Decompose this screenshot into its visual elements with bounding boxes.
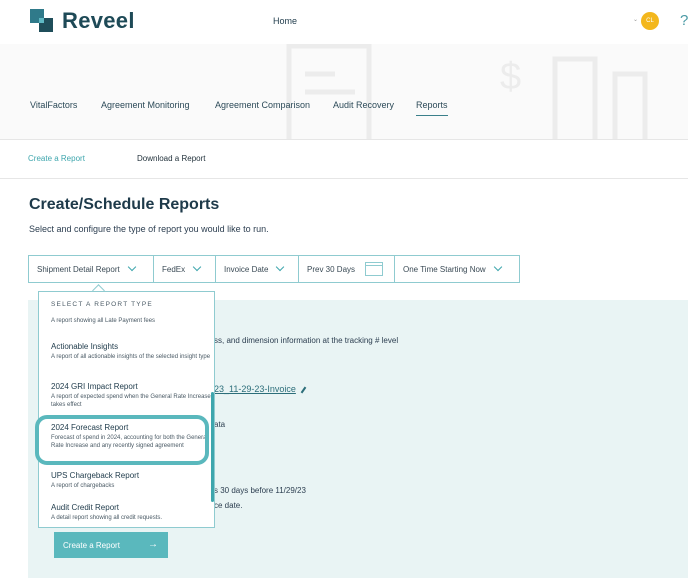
dropdown-scrollbar[interactable]: [211, 392, 214, 502]
option-title: Audit Credit Report: [51, 503, 120, 512]
nav-agreement-comparison[interactable]: Agreement Comparison: [215, 100, 310, 110]
option-ups-chargeback[interactable]: UPS Chargeback Report A report of charge…: [51, 471, 211, 490]
option-title: UPS Chargeback Report: [51, 471, 140, 480]
option-desc: Forecast of spend in 2024, accounting fo…: [51, 435, 208, 449]
option-gri-impact[interactable]: 2024 GRI Impact Report A report of expec…: [51, 382, 211, 409]
hero-illustration-icon: $: [286, 44, 648, 139]
create-report-label: Create a Report: [63, 540, 120, 550]
brand-name: Reveel: [62, 8, 135, 33]
calendar-icon[interactable]: [365, 262, 384, 276]
page-subtitle: Select and configure the type of report …: [29, 224, 269, 234]
user-avatar[interactable]: CL: [641, 12, 659, 30]
chevron-down-icon: [192, 262, 202, 272]
carrier-value: FedEx: [162, 264, 186, 274]
svg-text:$: $: [500, 56, 521, 98]
report-type-select[interactable]: Shipment Detail Report: [28, 255, 153, 283]
option-title: Actionable Insights: [51, 342, 119, 351]
nav-audit-recovery[interactable]: Audit Recovery: [333, 100, 394, 110]
chevron-down-icon: [493, 262, 502, 272]
option-forecast-report[interactable]: 2024 Forecast Report Forecast of spend i…: [51, 423, 211, 450]
report-tabs: Create a Report Download a Report: [0, 139, 688, 179]
option-actionable-insights[interactable]: Actionable Insights A report of all acti…: [51, 342, 211, 361]
brand-logo[interactable]: Reveel: [30, 8, 135, 34]
tab-download-report[interactable]: Download a Report: [137, 154, 205, 163]
chevron-down-icon: [127, 262, 136, 272]
option-desc: A detail report showing all credit reque…: [51, 515, 163, 521]
date-range-text: s 30 days before 11/29/23: [214, 486, 306, 495]
period-value: Prev 30 Days: [307, 264, 356, 274]
avatar-caret-icon[interactable]: ⌄: [633, 16, 638, 23]
report-description: ss, and dimension information at the tra…: [214, 336, 399, 345]
page-title: Create/Schedule Reports: [29, 196, 220, 213]
top-bar: Reveel Home ⌄ CL ?: [0, 0, 688, 44]
arrow-right-icon: →: [148, 539, 158, 550]
report-type-value: Shipment Detail Report: [37, 264, 120, 274]
schedule-value: One Time Starting Now: [403, 264, 486, 274]
home-link[interactable]: Home: [273, 16, 297, 26]
logo-mark-icon: [30, 9, 54, 33]
late-payment-desc: A report showing all Late Payment fees: [51, 318, 156, 324]
period-picker[interactable]: Prev 30 Days: [298, 255, 394, 283]
date-type-value: Invoice Date: [224, 264, 269, 274]
report-filename-link[interactable]: 23_11-29-23-Invoice: [214, 384, 307, 394]
nav-vitalfactors[interactable]: VitalFactors: [30, 100, 77, 110]
nav-reports[interactable]: Reports: [416, 100, 448, 116]
nav-agreement-monitoring[interactable]: Agreement Monitoring: [101, 100, 190, 110]
tab-create-report[interactable]: Create a Report: [28, 154, 85, 163]
chevron-down-icon: [276, 262, 285, 272]
option-title: 2024 Forecast Report: [51, 423, 129, 432]
pencil-icon[interactable]: [300, 386, 307, 394]
carrier-select[interactable]: FedEx: [153, 255, 215, 283]
date-basis-text: ce date.: [214, 501, 243, 510]
help-icon[interactable]: ?: [680, 12, 688, 29]
option-audit-credit[interactable]: Audit Credit Report A detail report show…: [51, 503, 211, 522]
option-desc: A report of all actionable insights of t…: [51, 354, 211, 360]
create-report-button[interactable]: Create a Report →: [54, 532, 168, 558]
option-desc: A report of chargebacks: [51, 483, 115, 489]
report-filename: 23_11-29-23-Invoice: [214, 384, 296, 394]
option-title: 2024 GRI Impact Report: [51, 382, 138, 391]
dropdown-header: SELECT A REPORT TYPE: [51, 301, 153, 308]
data-option-text: ata: [214, 420, 226, 429]
schedule-select[interactable]: One Time Starting Now: [394, 255, 520, 283]
hero-banner: $: [0, 44, 688, 139]
date-type-select[interactable]: Invoice Date: [215, 255, 298, 283]
filter-bar: Shipment Detail Report FedEx Invoice Dat…: [28, 255, 520, 283]
report-type-dropdown: SELECT A REPORT TYPE A report showing al…: [38, 291, 215, 528]
option-desc: A report of expected spend when the Gene…: [51, 394, 211, 408]
